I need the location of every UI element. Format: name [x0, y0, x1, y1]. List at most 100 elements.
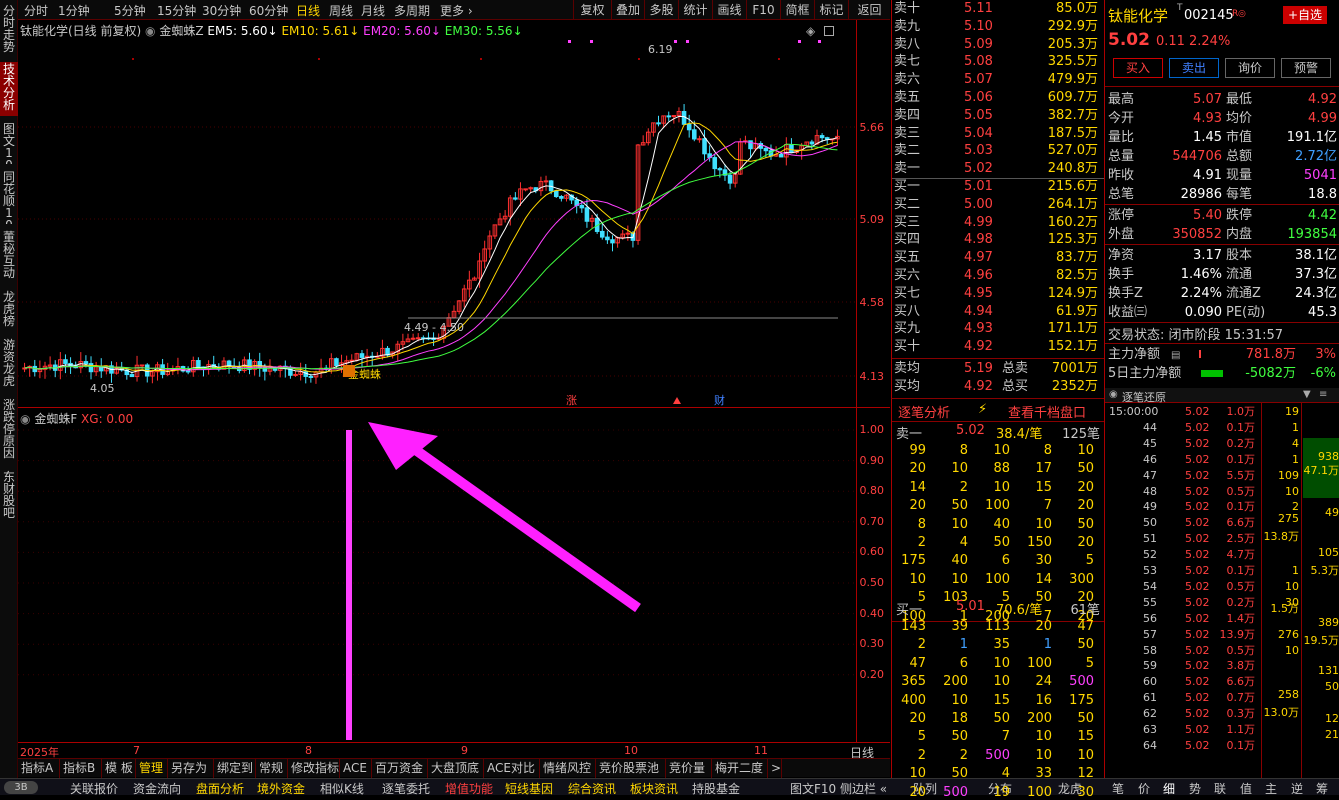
alert-button[interactable]: 预警 [1281, 58, 1331, 78]
indicator-tab[interactable]: 管理 [136, 759, 168, 778]
indicator-tab[interactable]: ACE对比 [484, 759, 540, 778]
orderbook-row[interactable]: 买三 4.99 160.2万 [892, 214, 1104, 232]
bell-icon[interactable]: ◎ [1238, 9, 1246, 19]
orderbook-row[interactable]: 买四 4.98 125.3万 [892, 231, 1104, 249]
add-watchlist-button[interactable]: +自选 [1283, 6, 1327, 24]
tab-youzi[interactable]: 游资龙虎 [0, 338, 18, 392]
orderbook-row[interactable]: 卖九 5.10 292.9万 [892, 18, 1104, 36]
indicator-tab[interactable]: ACE [340, 759, 372, 778]
period-multi[interactable]: 多周期 [394, 2, 430, 19]
tab-longhubang[interactable]: 龙虎榜 [0, 290, 18, 332]
tab-guba[interactable]: 东财股吧 [0, 470, 18, 524]
panel-switch-tab[interactable]: 细 [1163, 780, 1175, 797]
status-link[interactable]: 资金流向 [133, 780, 181, 797]
panel-switch-tab[interactable]: 筹 [1316, 780, 1328, 797]
tab-tonghuashun[interactable]: 同花顺10 [0, 170, 18, 224]
period-60min[interactable]: 60分钟 [249, 2, 288, 19]
tab-dongmi[interactable]: 董秘互动 [0, 230, 18, 284]
indicator-tab[interactable]: 指标A [18, 759, 60, 778]
status-link[interactable]: 盘面分析 [196, 780, 244, 797]
orderbook-row[interactable]: 卖三 5.04 187.5万 [892, 125, 1104, 143]
sub-indicator-panel[interactable]: ◉ 金蜘蛛F XG: 0.00 1.00 0.90 0.80 0.70 0.60 0.50… [18, 408, 890, 742]
panel-switch-tab[interactable]: 值 [1240, 780, 1252, 797]
indicator-tab[interactable]: 竞价量 [666, 759, 712, 778]
period-more[interactable]: 更多 › [440, 2, 473, 19]
orderbook-row[interactable]: 买九 4.93 171.1万 [892, 320, 1104, 338]
period-month[interactable]: 月线 [361, 2, 385, 19]
event-marker[interactable]: 涨 [566, 394, 577, 407]
indicator-tab[interactable]: 竞价股票池 [596, 759, 666, 778]
tool-multistock[interactable]: 多股 [644, 0, 678, 20]
status-link[interactable]: 板块资讯 [630, 780, 678, 797]
period-1min[interactable]: 1分钟 [58, 2, 90, 19]
indicator-tab[interactable]: 梅开二度 [712, 759, 768, 778]
dropdown-icon[interactable]: ▼ [1303, 389, 1311, 400]
indicator-tab[interactable]: 指标B [60, 759, 102, 778]
status-link[interactable]: 关联报价 [70, 780, 118, 797]
tab-fenshi[interactable]: 分时走势 [0, 4, 18, 58]
indicator-tab[interactable]: 绑定到 [214, 759, 256, 778]
kline-chart[interactable]: 钛能化学(日线 前复权) ◉ 金蜘蛛Z EM5: 5.60↓ EM10: 5.6… [18, 20, 890, 408]
period-30min[interactable]: 30分钟 [202, 2, 241, 19]
orderbook-row[interactable]: 卖二 5.03 527.0万 [892, 142, 1104, 160]
tool-draw[interactable]: 画线 [712, 0, 746, 20]
tab-zhangdie[interactable]: 涨跌停原因 [0, 398, 18, 464]
orderbook-row[interactable]: 买一 5.01 215.6万 [892, 178, 1104, 196]
orderbook-row[interactable]: 买七 4.95 124.9万 [892, 285, 1104, 303]
orderbook-row[interactable]: 卖八 5.09 205.3万 [892, 36, 1104, 54]
orderbook-row[interactable]: 卖五 5.06 609.7万 [892, 89, 1104, 107]
orderbook-row[interactable]: 卖十 5.11 85.0万 [892, 0, 1104, 18]
orderbook-row[interactable]: 买十 4.92 152.1万 [892, 338, 1104, 356]
orderbook-row[interactable]: 买二 5.00 264.1万 [892, 196, 1104, 214]
panel-switch-tab[interactable]: 逆 [1291, 780, 1303, 797]
status-link[interactable]: 持股基金 [692, 780, 740, 797]
event-marker[interactable]: 财 [714, 393, 725, 407]
orderbook-row[interactable]: 卖四 5.05 382.7万 [892, 107, 1104, 125]
indicator-tab[interactable]: 情绪风控 [540, 759, 596, 778]
panel-switch-tab[interactable]: 价 [1138, 780, 1150, 797]
list-icon[interactable]: ▤ [1171, 346, 1180, 365]
panel-switch-tab[interactable]: 势 [1189, 780, 1201, 797]
status-link[interactable]: 综合资讯 [568, 780, 616, 797]
period-15min[interactable]: 15分钟 [157, 2, 196, 19]
tool-simple[interactable]: 简框 [780, 0, 814, 20]
inquiry-button[interactable]: 询价 [1225, 58, 1275, 78]
orderbook-row[interactable]: 买八 4.94 61.9万 [892, 303, 1104, 321]
period-day[interactable]: 日线 [296, 2, 320, 19]
status-link[interactable]: 增值功能 [445, 780, 493, 797]
status-link[interactable]: 短线基因 [505, 780, 553, 797]
orderbook-row[interactable]: 卖一 5.02 240.8万 [892, 160, 1104, 178]
period-fenshi[interactable]: 分时 [24, 2, 48, 19]
indicator-tab[interactable]: 常规 [256, 759, 288, 778]
status-link[interactable]: 图文F10 侧边栏 « [790, 780, 887, 797]
tool-back[interactable]: 返回 [848, 0, 890, 20]
period-5min[interactable]: 5分钟 [114, 2, 146, 19]
sell-button[interactable]: 卖出 [1169, 58, 1219, 78]
indicator-tab[interactable]: 百万资金 [372, 759, 428, 778]
panel-switch-tab[interactable]: 联 [1214, 780, 1226, 797]
status-link[interactable]: 逐笔委托 [382, 780, 430, 797]
tool-mark[interactable]: 标记 [814, 0, 848, 20]
info-icon[interactable]: T [1177, 3, 1183, 13]
orderbook-row[interactable]: 买六 4.96 82.5万 [892, 267, 1104, 285]
buy-button[interactable]: 买入 [1113, 58, 1163, 78]
tab-tuwen[interactable]: 图文10 [0, 122, 18, 164]
indicator-tab[interactable]: 大盘顶底 [428, 759, 484, 778]
indicator-tab[interactable]: 修改指标 [288, 759, 340, 778]
toggle-icon[interactable]: 3B [4, 781, 38, 794]
menu-icon[interactable]: ≡ [1319, 389, 1327, 400]
tool-f10[interactable]: F10 [746, 0, 780, 20]
indicator-tab[interactable]: 模 板 [102, 759, 136, 778]
indicator-tab[interactable]: 另存为 [168, 759, 214, 778]
period-week[interactable]: 周线 [329, 2, 353, 19]
tick-analysis-title[interactable]: 逐笔分析 [898, 402, 950, 421]
orderbook-row[interactable]: 买五 4.97 83.7万 [892, 249, 1104, 267]
status-link[interactable]: 相似K线 [320, 780, 364, 797]
thousand-depth-link[interactable]: 查看千档盘口 [1008, 402, 1086, 421]
tool-overlay[interactable]: 叠加 [611, 0, 644, 20]
status-link[interactable]: 境外资金 [257, 780, 305, 797]
panel-switch-tab[interactable]: 主 [1265, 780, 1277, 797]
tab-tech-analysis[interactable]: 技术分析 [0, 62, 18, 116]
indicator-tab[interactable]: > [768, 759, 782, 778]
orderbook-row[interactable]: 卖七 5.08 325.5万 [892, 53, 1104, 71]
